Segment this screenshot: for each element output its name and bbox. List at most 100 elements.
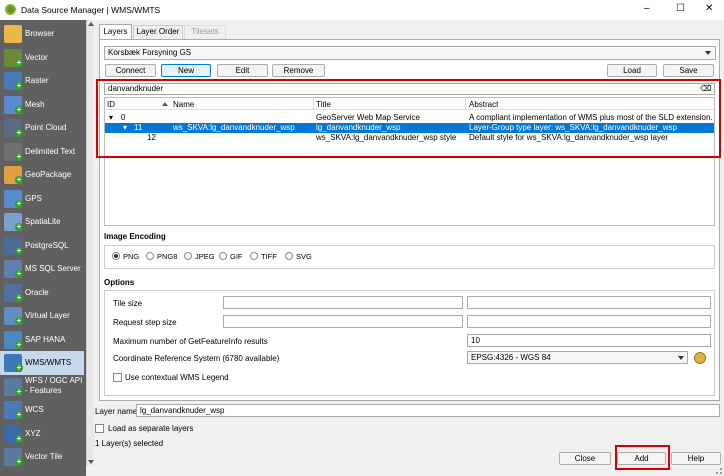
sidebar-item-geopackage[interactable]: + GeoPackage bbox=[0, 163, 84, 187]
connection-value: Korsbæk Forsyning GS bbox=[108, 48, 192, 57]
max-features-value: 10 bbox=[471, 336, 480, 345]
crs-value: EPSG:4326 - WGS 84 bbox=[471, 353, 551, 362]
save-button[interactable]: Save bbox=[663, 64, 714, 77]
plus-icon: + bbox=[15, 457, 23, 466]
add-highlight-box bbox=[615, 445, 670, 470]
connect-button[interactable]: Connect bbox=[105, 64, 156, 77]
sidebar-item-wcs[interactable]: + WCS bbox=[0, 398, 84, 422]
sidebar-item-wms-wmts[interactable]: + WMS/WMTS bbox=[0, 351, 84, 375]
layer-name-value: lg_danvandknuder_wsp bbox=[140, 406, 225, 415]
radio-jpeg[interactable]: JPEG bbox=[184, 252, 215, 261]
radio-png8[interactable]: PNG8 bbox=[146, 252, 177, 261]
plus-icon: + bbox=[15, 104, 23, 114]
edit-button[interactable]: Edit bbox=[217, 64, 268, 77]
sidebar-item-virtual-layer[interactable]: + Virtual Layer bbox=[0, 304, 84, 328]
plus-icon: + bbox=[15, 410, 23, 419]
sidebar-item-label: Raster bbox=[25, 76, 49, 85]
radio-label: JPEG bbox=[195, 252, 215, 261]
sidebar-item-label: GeoPackage bbox=[25, 170, 72, 179]
tile-size-width-input[interactable] bbox=[223, 296, 463, 309]
radio-tiff[interactable]: TIFF bbox=[250, 252, 277, 261]
sidebar-item-label: GPS bbox=[25, 193, 42, 203]
maximize-button[interactable]: ☐ bbox=[676, 4, 685, 14]
sidebar-item-xyz[interactable]: + XYZ bbox=[0, 422, 84, 446]
radio-icon bbox=[184, 252, 192, 261]
radio-gif[interactable]: GIF bbox=[219, 252, 243, 261]
tile-size-label: Tile size bbox=[113, 299, 143, 308]
sidebar-item-oracle[interactable]: + Oracle bbox=[0, 281, 84, 305]
sidebar-item-gps[interactable]: + GPS bbox=[0, 187, 84, 211]
close-window-button[interactable]: ✕ bbox=[705, 4, 713, 14]
plus-icon: + bbox=[15, 57, 23, 67]
sidebar-item-wfs-ogc-api-features[interactable]: + WFS / OGC API - Features bbox=[0, 375, 84, 399]
plus-icon: + bbox=[15, 269, 23, 278]
status-text: 1 Layer(s) selected bbox=[95, 439, 164, 448]
max-features-input[interactable]: 10 bbox=[467, 334, 711, 347]
tab-tilesets[interactable]: Tilesets bbox=[184, 25, 226, 39]
sidebar-item-browser[interactable]: Browser bbox=[0, 22, 84, 46]
window-title: Data Source Manager | WMS/WMTS bbox=[21, 5, 161, 15]
layer-name-input[interactable]: lg_danvandknuder_wsp bbox=[136, 404, 720, 417]
minimize-button[interactable]: – bbox=[644, 4, 650, 14]
close-button[interactable]: Close bbox=[559, 452, 611, 465]
connection-select[interactable]: Korsbæk Forsyning GS bbox=[104, 46, 716, 60]
sidebar-item-label: WFS / OGC API - Features bbox=[25, 375, 83, 395]
load-separate-checkbox[interactable] bbox=[95, 424, 104, 433]
plus-icon: + bbox=[15, 316, 23, 325]
load-button[interactable]: Load bbox=[607, 64, 657, 77]
radio-label: PNG bbox=[123, 252, 140, 261]
plus-icon: + bbox=[15, 386, 23, 396]
new-button[interactable]: New bbox=[161, 64, 211, 77]
sidebar-item-point-cloud[interactable]: + Point Cloud bbox=[0, 116, 84, 140]
sidebar-item-vector-tile[interactable]: + Vector Tile bbox=[0, 445, 84, 469]
radio-label: PNG8 bbox=[157, 252, 178, 261]
plus-icon: + bbox=[15, 292, 23, 302]
sidebar-item-label: PostgreSQL bbox=[25, 240, 69, 250]
folder-icon bbox=[4, 25, 22, 43]
sidebar-item-label: XYZ bbox=[25, 428, 41, 438]
qgis-logo-icon bbox=[5, 4, 16, 15]
sidebar-item-ms-sql-server[interactable]: + MS SQL Server bbox=[0, 257, 84, 281]
crs-select[interactable]: EPSG:4326 - WGS 84 bbox=[467, 351, 688, 364]
radio-svg[interactable]: SVG bbox=[285, 252, 312, 261]
remove-button[interactable]: Remove bbox=[272, 64, 325, 77]
request-step-width-input[interactable] bbox=[223, 315, 463, 328]
sidebar-item-raster[interactable]: + Raster bbox=[0, 69, 84, 93]
sidebar-scrollbar[interactable] bbox=[86, 20, 94, 466]
image-encoding-title: Image Encoding bbox=[104, 232, 166, 241]
sidebar-item-label: WCS bbox=[25, 405, 44, 414]
radio-png[interactable]: PNG bbox=[112, 252, 139, 261]
sidebar-item-label: Browser bbox=[25, 29, 55, 38]
plus-icon: + bbox=[15, 245, 23, 255]
tab-layer-order[interactable]: Layer Order bbox=[133, 25, 183, 39]
sidebar-item-postgresql[interactable]: + PostgreSQL bbox=[0, 234, 84, 258]
sidebar-item-mesh[interactable]: + Mesh bbox=[0, 93, 84, 117]
sidebar-item-vector[interactable]: + Vector bbox=[0, 46, 84, 70]
scroll-down-icon[interactable] bbox=[88, 460, 94, 464]
scroll-up-icon[interactable] bbox=[88, 22, 94, 26]
sidebar-item-spatialite[interactable]: + SpatiaLite bbox=[0, 210, 84, 234]
contextual-legend-checkbox[interactable] bbox=[113, 373, 122, 382]
crs-selector-button[interactable] bbox=[693, 351, 707, 365]
sidebar-item-sap-hana[interactable]: + SAP HANA bbox=[0, 328, 84, 352]
sidebar-item-label: WMS/WMTS bbox=[25, 358, 72, 367]
radio-selected-icon bbox=[112, 252, 120, 261]
title-bar: Data Source Manager | WMS/WMTS – ☐ ✕ bbox=[0, 0, 724, 20]
sidebar: Browser + Vector + Raster + Mesh + Point Cloud + D… bbox=[0, 20, 86, 476]
help-button[interactable]: Help bbox=[671, 452, 721, 465]
tile-size-height-input[interactable] bbox=[467, 296, 711, 309]
plus-icon: + bbox=[15, 81, 23, 90]
request-step-height-input[interactable] bbox=[467, 315, 711, 328]
radio-icon bbox=[285, 252, 293, 261]
request-step-label: Request step size bbox=[113, 318, 177, 327]
sidebar-item-label: Oracle bbox=[25, 287, 49, 297]
sidebar-item-delimited-text[interactable]: + Delimited Text bbox=[0, 140, 84, 164]
tab-layers[interactable]: Layers bbox=[99, 24, 132, 39]
plus-icon: + bbox=[15, 433, 23, 443]
sidebar-item-label: Vector bbox=[25, 52, 48, 62]
plus-icon: + bbox=[15, 128, 23, 137]
resize-grip-icon[interactable] bbox=[716, 468, 722, 474]
sidebar-item-label: SAP HANA bbox=[25, 334, 66, 344]
plus-icon: + bbox=[15, 363, 23, 372]
radio-label: GIF bbox=[230, 252, 243, 261]
